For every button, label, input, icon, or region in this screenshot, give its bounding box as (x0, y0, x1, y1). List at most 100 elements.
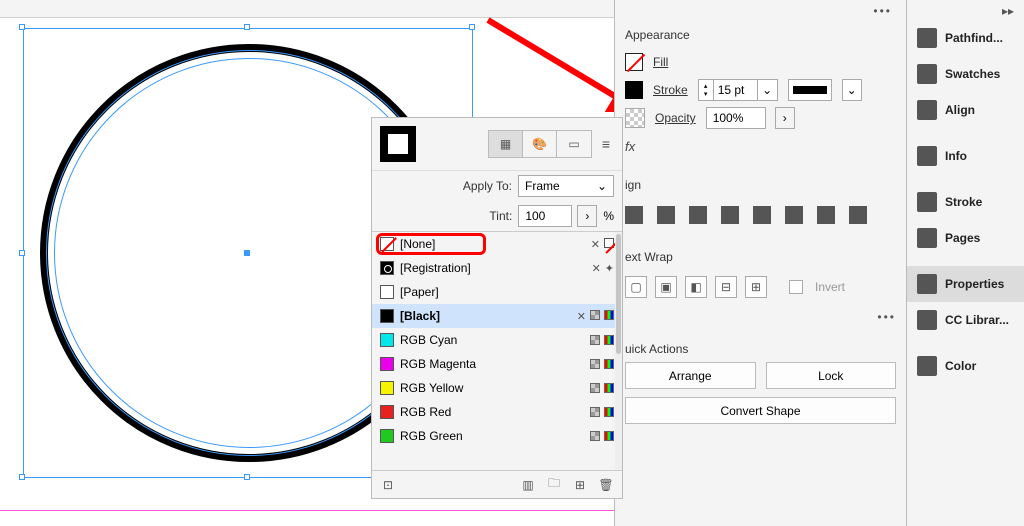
properties-icon (917, 274, 937, 294)
stroke-fill-proxy-icon[interactable] (380, 126, 416, 162)
convert-shape-button[interactable]: Convert Shape (625, 397, 896, 424)
swatch-row[interactable]: [Registration]✕✦ (372, 256, 622, 280)
gradient-tab-icon[interactable]: ▭ (557, 131, 591, 157)
align-top-icon[interactable] (721, 206, 739, 224)
rail-item-color[interactable]: Color (907, 348, 1024, 384)
transparency-icon[interactable] (625, 108, 645, 128)
swatch-type-icons (590, 335, 614, 345)
swatch-row[interactable]: RGB Green (372, 424, 622, 448)
swatch-type-icons (590, 383, 614, 393)
flyout-menu-icon[interactable]: ≡ (598, 136, 614, 152)
rail-item-label: CC Librar... (945, 313, 1009, 327)
swatch-name: RGB Cyan (400, 333, 584, 347)
stroke-icon (917, 192, 937, 212)
handle-middle-left[interactable] (19, 250, 25, 256)
new-swatch-icon[interactable]: ⊞ (572, 477, 588, 493)
wrap-shape-icon[interactable]: ◧ (685, 276, 707, 298)
swatch-name: [Paper] (400, 285, 608, 299)
swatch-color-icon (380, 333, 394, 347)
swatch-options-icon[interactable]: ⊡ (380, 477, 396, 493)
lock-button[interactable]: Lock (766, 362, 897, 389)
apply-to-select[interactable]: Frame ⌄ (518, 175, 614, 197)
opacity-value[interactable]: 100% (706, 107, 766, 129)
color-tab-icon[interactable]: 🎨 (523, 131, 557, 157)
handle-top-right[interactable] (469, 24, 475, 30)
rail-collapse-icon[interactable]: ▸▸ (907, 0, 1024, 20)
distribute-h-icon[interactable] (817, 206, 835, 224)
align-center-h-icon[interactable] (657, 206, 675, 224)
chevron-right-icon[interactable]: › (577, 205, 597, 227)
fill-swatch-icon[interactable] (625, 53, 643, 71)
quick-actions-row: Arrange Lock (625, 362, 896, 389)
stroke-swatch-icon[interactable] (625, 81, 643, 99)
wrap-bbox-icon[interactable]: ▣ (655, 276, 677, 298)
rail-item-label: Stroke (945, 195, 982, 209)
opacity-label[interactable]: Opacity (655, 111, 696, 125)
tint-row: Tint: 100 › % (372, 201, 622, 231)
swatch-type-icons (590, 407, 614, 417)
panel-menu-icon[interactable]: ••• (625, 310, 896, 324)
scrollbar[interactable] (615, 232, 622, 470)
wrap-none-icon[interactable]: ▢ (625, 276, 647, 298)
align-center-v-icon[interactable] (753, 206, 771, 224)
align-icons-row (625, 198, 896, 232)
swatch-color-icon (380, 405, 394, 419)
swatch-name: RGB Magenta (400, 357, 584, 371)
swatch-row[interactable]: [Black]✕ (372, 304, 622, 328)
swatch-row[interactable]: [Paper] (372, 280, 622, 304)
invert-checkbox[interactable] (789, 280, 803, 294)
swatch-list[interactable]: [None]✕[Registration]✕✦ [Paper] [Black]✕ RG… (372, 231, 622, 470)
textwrap-heading: ext Wrap (625, 250, 896, 264)
arrange-button[interactable]: Arrange (625, 362, 756, 389)
swatch-row[interactable]: RGB Yellow (372, 376, 622, 400)
handle-top-middle[interactable] (244, 24, 250, 30)
rail-item-label: Pages (945, 231, 980, 245)
rail-item-properties[interactable]: Properties (907, 266, 1024, 302)
chevron-down-icon[interactable]: ⌄ (758, 79, 778, 101)
folder-icon[interactable]: 🗀 (546, 477, 562, 493)
swatch-row[interactable]: RGB Cyan (372, 328, 622, 352)
tint-input[interactable]: 100 (518, 205, 572, 227)
rail-item-stroke[interactable]: Stroke (907, 184, 1024, 220)
swatch-row[interactable]: RGB Magenta (372, 352, 622, 376)
rail-item-label: Pathfind... (945, 31, 1003, 45)
swatch-name: RGB Red (400, 405, 584, 419)
rail-item-pathfind[interactable]: Pathfind... (907, 20, 1024, 56)
handle-bottom-left[interactable] (19, 474, 25, 480)
info-icon (917, 146, 937, 166)
stepper-buttons-icon[interactable]: ▴▾ (698, 79, 714, 101)
swatch-color-icon (380, 357, 394, 371)
align-bottom-icon[interactable] (785, 206, 803, 224)
trash-icon[interactable]: 🗑 (598, 477, 614, 493)
swatches-popup: ▦ 🎨 ▭ ≡ Apply To: Frame ⌄ Tint: 100 › % … (371, 117, 623, 499)
swatch-color-icon (380, 261, 394, 275)
align-right-icon[interactable] (689, 206, 707, 224)
stroke-weight-value[interactable]: 15 pt (714, 79, 758, 101)
swatch-row[interactable]: RGB Red (372, 400, 622, 424)
rail-item-align[interactable]: Align (907, 92, 1024, 128)
handle-bottom-middle[interactable] (244, 474, 250, 480)
align-left-icon[interactable] (625, 206, 643, 224)
chevron-right-icon[interactable]: › (775, 107, 795, 129)
wrap-jumpcol-icon[interactable]: ⊞ (745, 276, 767, 298)
swatches-tab-icon[interactable]: ▦ (489, 131, 523, 157)
panel-menu-icon[interactable]: ••• (873, 4, 892, 18)
fill-label[interactable]: Fill (653, 55, 668, 69)
tint-label: Tint: (489, 209, 512, 223)
rail-item-info[interactable]: Info (907, 138, 1024, 174)
handle-center[interactable] (244, 250, 250, 256)
new-group-icon[interactable]: ▥ (520, 477, 536, 493)
stroke-weight-stepper[interactable]: ▴▾ 15 pt ⌄ (698, 79, 778, 101)
stroke-style-preview[interactable] (788, 79, 832, 101)
stroke-label[interactable]: Stroke (653, 83, 688, 97)
chevron-down-icon[interactable]: ⌄ (842, 79, 862, 101)
rail-item-swatches[interactable]: Swatches (907, 56, 1024, 92)
fx-icon[interactable]: fx (625, 139, 635, 154)
distribute-v-icon[interactable] (849, 206, 867, 224)
rail-item-pages[interactable]: Pages (907, 220, 1024, 256)
rail-item-cclibrar[interactable]: CC Librar... (907, 302, 1024, 338)
rail-item-label: Properties (945, 277, 1004, 291)
swatch-row[interactable]: [None]✕ (372, 232, 622, 256)
handle-top-left[interactable] (19, 24, 25, 30)
wrap-jump-icon[interactable]: ⊟ (715, 276, 737, 298)
